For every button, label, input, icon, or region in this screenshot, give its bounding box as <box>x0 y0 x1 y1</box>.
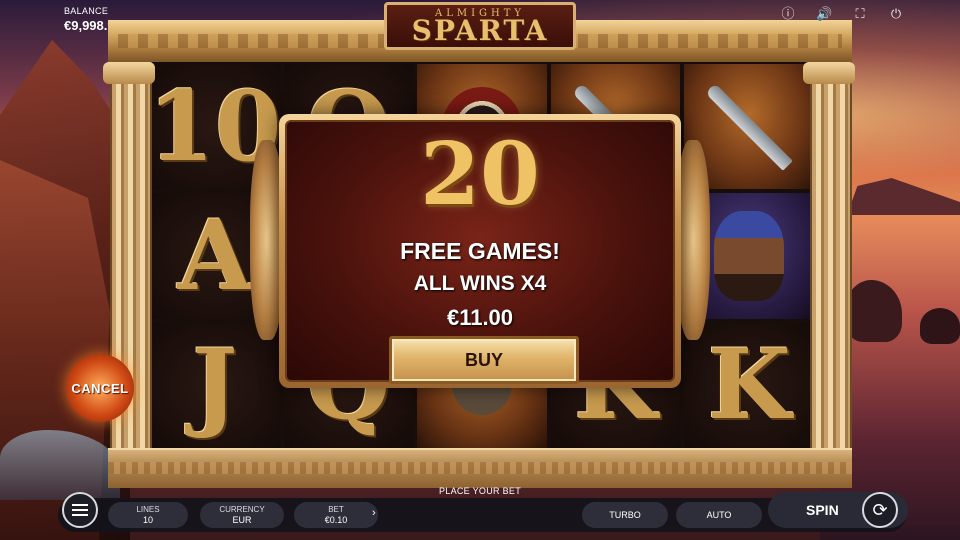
turbo-label: TURBO <box>609 510 641 520</box>
free-games-count: 20 <box>420 124 540 225</box>
chevron-right-icon[interactable]: › <box>372 507 376 519</box>
info-icon[interactable]: ⓘ <box>780 6 796 22</box>
column-capital-right <box>803 62 855 84</box>
symbol-j: J <box>192 328 238 442</box>
cancel-button[interactable]: CANCEL <box>66 354 134 422</box>
buy-feature-modal: 20 FREE GAMES! ALL WINS X4 €11.00 BUY <box>279 114 681 388</box>
persian-king-icon <box>714 210 785 301</box>
game-logo: ALMIGHTY SPARTA <box>384 2 576 50</box>
temple-column-right <box>810 62 852 450</box>
lines-label: LINES <box>136 504 160 514</box>
menu-icon <box>72 504 88 506</box>
buy-button[interactable]: BUY <box>389 336 579 384</box>
menu-icon <box>72 509 88 511</box>
bet-label: BET <box>328 504 344 514</box>
fullscreen-icon[interactable]: ⛶ <box>852 6 868 22</box>
free-games-label: FREE GAMES! <box>400 238 560 264</box>
lines-selector[interactable]: LINES 10 <box>108 502 188 528</box>
symbol-k: K <box>707 328 791 442</box>
auto-label: AUTO <box>706 510 732 520</box>
balance-label: BALANCE <box>64 6 109 16</box>
cancel-label: CANCEL <box>71 380 129 396</box>
logo-title: SPARTA <box>411 13 549 47</box>
lines-value: 10 <box>142 514 153 525</box>
modal-panel: 20 FREE GAMES! ALL WINS X4 €11.00 BUY <box>285 120 675 384</box>
currency-selector[interactable]: CURRENCY EUR <box>200 502 284 528</box>
currency-label: CURRENCY <box>219 504 265 514</box>
column-capital-left <box>103 62 155 84</box>
auto-button[interactable]: AUTO <box>676 502 762 528</box>
modal-ornament-right <box>676 140 710 340</box>
sea-rock <box>920 308 960 344</box>
top-toolbar: ⓘ 🔊 ⛶ ⏻ <box>780 6 904 22</box>
symbol-a: A <box>177 198 253 312</box>
feature-price: €11.00 <box>446 305 514 330</box>
spin-label: SPIN <box>806 502 839 518</box>
reel-cell: J <box>150 322 280 448</box>
menu-button[interactable] <box>62 492 98 528</box>
bet-selector[interactable]: BET €0.10 <box>294 502 378 528</box>
bet-value: €0.10 <box>324 514 348 525</box>
temple-base <box>108 448 852 488</box>
power-icon[interactable]: ⏻ <box>888 6 904 22</box>
sound-icon[interactable]: 🔊 <box>816 6 832 22</box>
currency-value: EUR <box>232 514 252 525</box>
win-multiplier: ALL WINS X4 <box>413 272 547 295</box>
turbo-button[interactable]: TURBO <box>582 502 668 528</box>
refresh-icon[interactable]: ⟳ <box>862 492 898 528</box>
menu-icon <box>72 514 88 516</box>
reel-cell: K <box>684 322 814 448</box>
sword-scroll-icon <box>705 82 794 171</box>
